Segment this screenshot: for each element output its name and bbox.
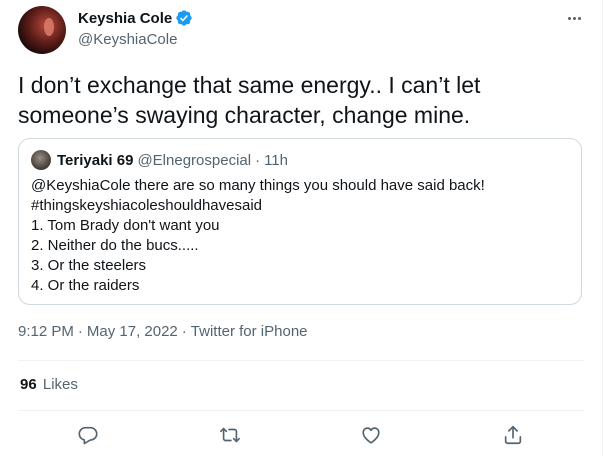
divider <box>18 360 584 361</box>
quoted-line: #thingskeyshiacoleshouldhavesaid <box>31 197 262 214</box>
author-name-row[interactable]: Keyshia Cole <box>78 9 193 27</box>
quoted-line: @KeyshiaCole there are so many things yo… <box>31 177 485 194</box>
author-name[interactable]: Keyshia Cole <box>78 10 172 27</box>
tweet-card: Keyshia Cole @KeyshiaCole I don’t exchan… <box>0 0 603 456</box>
tweet-source[interactable]: Twitter for iPhone <box>191 323 308 340</box>
more-options-icon[interactable] <box>564 10 584 26</box>
quoted-line: 3. Or the steelers <box>31 257 147 274</box>
quoted-author-name: Teriyaki 69 <box>57 151 134 169</box>
likes-label: Likes <box>42 376 78 393</box>
quoted-line: 1. Tom Brady don't want you <box>31 217 220 234</box>
author-handle[interactable]: @KeyshiaCole <box>78 31 177 48</box>
quoted-tweet[interactable]: Teriyaki 69 @Elnegrospecial · 11h @Keysh… <box>18 138 582 305</box>
quoted-line: 4. Or the raiders <box>31 277 140 294</box>
meta-separator: · <box>77 323 83 340</box>
quoted-separator: · <box>255 151 261 169</box>
action-bar <box>0 424 604 448</box>
tweet-date[interactable]: May 17, 2022 <box>87 323 178 340</box>
avatar[interactable] <box>18 6 66 54</box>
tweet-time[interactable]: 9:12 PM <box>18 323 74 340</box>
likes-stat[interactable]: 96 Likes <box>20 376 78 393</box>
meta-separator: · <box>181 323 187 340</box>
tweet-metadata: 9:12 PM · May 17, 2022 · Twitter for iPh… <box>18 323 308 340</box>
quoted-author-handle: @Elnegrospecial <box>137 151 252 169</box>
quoted-tweet-header: Teriyaki 69 @Elnegrospecial · 11h <box>31 150 288 170</box>
retweet-icon[interactable] <box>219 424 241 446</box>
quoted-tweet-body: @KeyshiaCole there are so many things yo… <box>31 176 571 296</box>
quoted-line: 2. Neither do the bucs..... <box>31 237 199 254</box>
like-icon[interactable] <box>360 424 382 446</box>
tweet-text: I don’t exchange that same energy.. I ca… <box>18 72 481 128</box>
reply-icon[interactable] <box>77 424 99 446</box>
likes-count: 96 <box>20 376 37 393</box>
divider <box>18 410 584 411</box>
quoted-time: 11h <box>264 151 288 169</box>
verified-badge-icon <box>176 10 192 26</box>
quoted-avatar <box>31 150 51 170</box>
share-icon[interactable] <box>502 424 524 446</box>
